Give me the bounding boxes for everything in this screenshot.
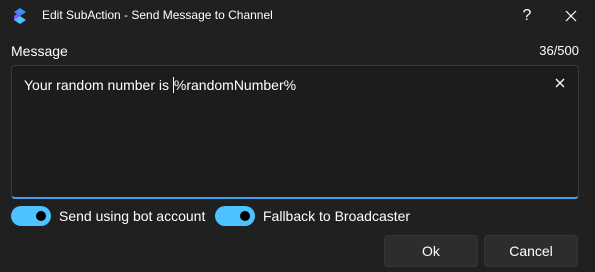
- streamerbot-logo-icon: [12, 7, 28, 25]
- message-input[interactable]: Your random number is %randomNumber%: [11, 65, 579, 199]
- close-icon: [555, 78, 565, 88]
- title-bar: Edit SubAction - Send Message to Channel…: [0, 0, 595, 32]
- clear-message-button[interactable]: [552, 75, 568, 91]
- send-using-bot-label: Send using bot account: [59, 208, 206, 224]
- character-count: 36/500: [539, 43, 579, 58]
- cancel-button[interactable]: Cancel: [484, 235, 578, 267]
- fallback-to-broadcaster-label: Fallback to Broadcaster: [263, 208, 411, 224]
- message-label: Message: [11, 43, 68, 59]
- question-mark-icon: ?: [522, 7, 532, 24]
- message-text[interactable]: Your random number is %randomNumber%: [24, 77, 296, 93]
- close-icon: [565, 10, 577, 22]
- fallback-to-broadcaster-toggle[interactable]: [215, 206, 255, 226]
- toggle-knob: [240, 211, 250, 221]
- close-window-button[interactable]: [554, 2, 588, 30]
- message-text-after-caret: %randomNumber%: [173, 77, 297, 93]
- toggle-knob: [36, 211, 46, 221]
- message-text-before-caret: Your random number is: [24, 77, 173, 93]
- help-button[interactable]: ?: [512, 2, 542, 30]
- send-using-bot-toggle[interactable]: [11, 206, 51, 226]
- dialog-window: Edit SubAction - Send Message to Channel…: [0, 0, 595, 272]
- ok-button[interactable]: Ok: [384, 235, 478, 267]
- option-send-using-bot: Send using bot account: [11, 206, 205, 226]
- window-title: Edit SubAction - Send Message to Channel: [42, 8, 273, 22]
- option-fallback-to-broadcaster: Fallback to Broadcaster: [215, 206, 410, 226]
